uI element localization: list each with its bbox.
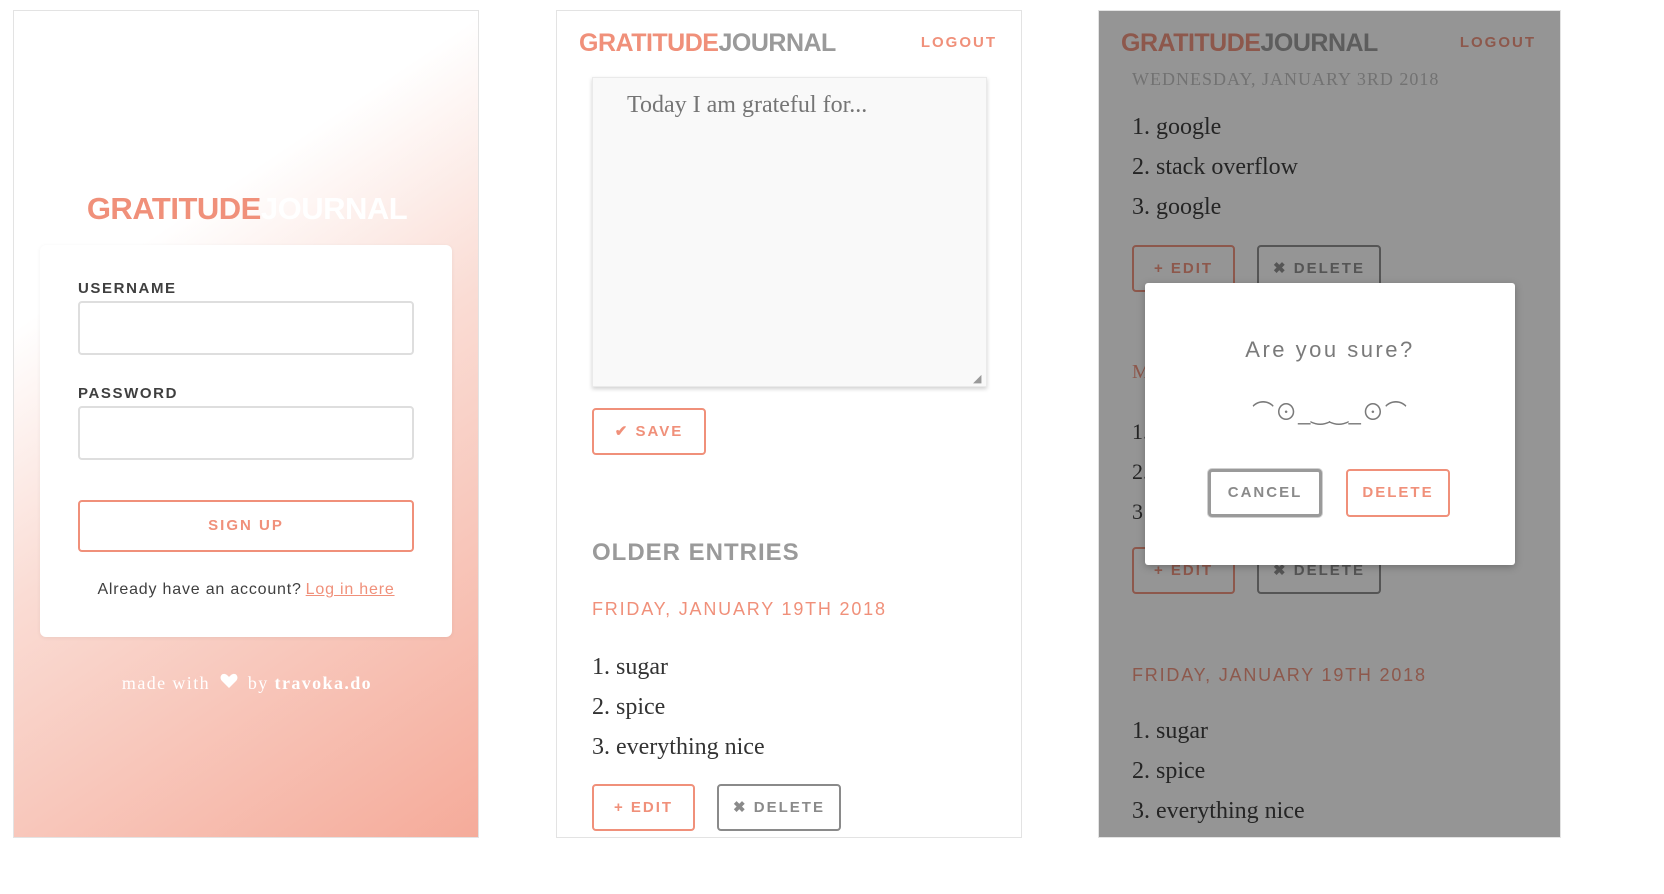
login-card: USERNAME PASSWORD SIGN UP Already have a… [40, 245, 452, 637]
cancel-button[interactable]: CANCEL [1208, 469, 1322, 517]
entry-list: 1. sugar 2. spice 3. everything nice [592, 647, 765, 767]
plus-icon: + [613, 799, 625, 816]
save-button[interactable]: ✔ SAVE [592, 408, 706, 455]
login-prompt: Already have an account? Log in here [97, 581, 395, 598]
username-label: USERNAME [78, 280, 177, 297]
app-header: GRATITUDEJOURNAL LOGOUT [557, 11, 1021, 73]
gratitude-textarea[interactable] [592, 77, 987, 387]
password-label: PASSWORD [78, 385, 179, 402]
app-logo: GRATITUDEJOURNAL [579, 29, 836, 57]
password-input[interactable] [78, 406, 414, 460]
entry-date: FRIDAY, JANUARY 19TH 2018 [592, 599, 887, 619]
list-item: 1. sugar [592, 654, 668, 680]
edit-button[interactable]: + EDIT [592, 784, 695, 831]
footer-credit: made with by travoka.do [121, 673, 373, 694]
confirm-delete-button[interactable]: DELETE [1346, 469, 1450, 517]
app-logo: GRATITUDEJOURNAL [86, 191, 408, 226]
journal-screen: GRATITUDEJOURNAL LOGOUT ◢ ✔ SAVE OLDER E… [556, 10, 1022, 838]
sign-up-button[interactable]: SIGN UP [78, 500, 414, 552]
login-screen: GRATITUDEJOURNAL USERNAME PASSWORD SIGN … [13, 10, 479, 838]
delete-confirm-screen: GRATITUDEJOURNAL LOGOUT WEDNESDAY, JANUA… [1098, 10, 1561, 838]
list-item: 3. everything nice [592, 734, 765, 760]
resize-handle-icon[interactable]: ◢ [973, 373, 985, 385]
list-item: 2. spice [592, 694, 666, 720]
logout-button[interactable]: LOGOUT [921, 34, 997, 51]
worried-face-icon: ⌒⊙_‿‿_⊙⌒ [1252, 400, 1408, 425]
close-icon: ✖ [733, 799, 748, 816]
confirm-dialog: Are you sure? ⌒⊙_‿‿_⊙⌒ CANCEL DELETE [1145, 283, 1515, 565]
checkmark-icon: ✔ [614, 423, 630, 440]
log-in-link[interactable]: Log in here [306, 581, 395, 598]
username-input[interactable] [78, 301, 414, 355]
older-entries-title: OLDER ENTRIES [592, 539, 800, 566]
heart-icon [220, 673, 238, 694]
dialog-title: Are you sure? [1245, 337, 1415, 362]
delete-button[interactable]: ✖ DELETE [717, 784, 841, 831]
